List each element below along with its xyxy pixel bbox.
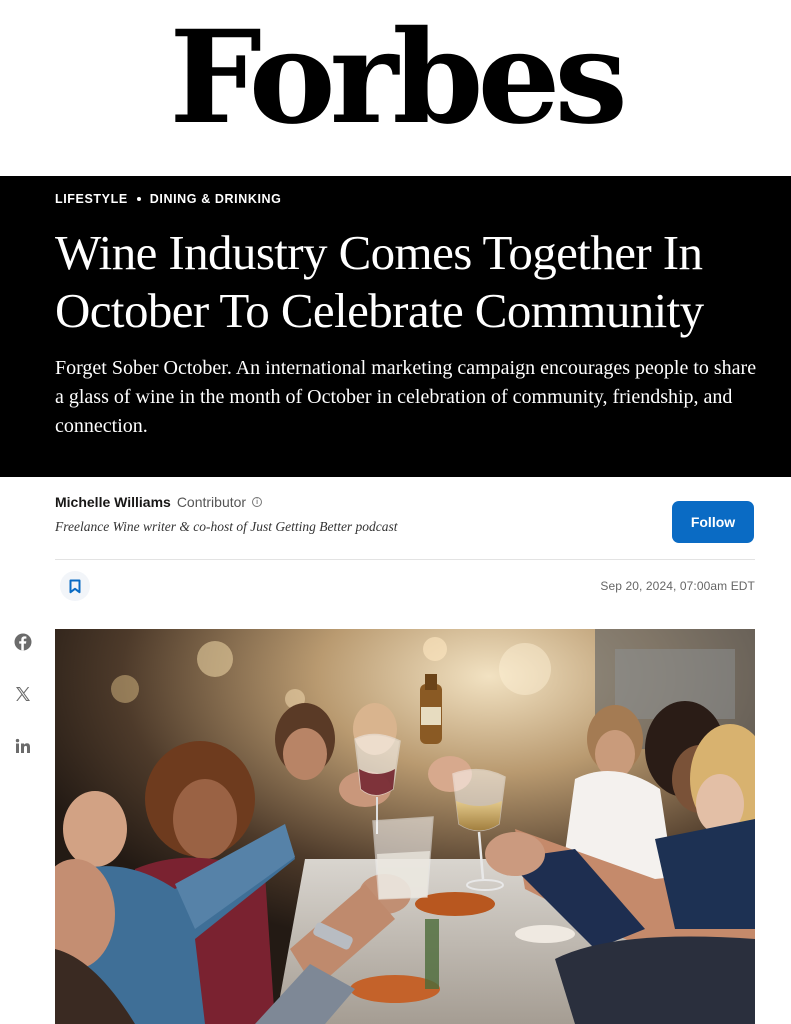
facebook-icon: [14, 633, 32, 651]
author-block: Michelle Williams Contributor i Freelanc…: [55, 494, 755, 535]
article-hero: LIFESTYLE DINING & DRINKING Wine Industr…: [0, 176, 791, 477]
article-dek: Forget Sober October. An international m…: [55, 357, 757, 437]
masthead: Forbes: [0, 0, 791, 176]
breadcrumb-dining-drinking[interactable]: DINING & DRINKING: [150, 192, 282, 206]
divider: [55, 559, 755, 560]
author-role: Contributor: [176, 494, 247, 510]
breadcrumb: LIFESTYLE DINING & DRINKING: [55, 192, 282, 206]
article-headline: Wine Industry Comes Together In October …: [55, 225, 704, 338]
author-name[interactable]: Michelle Williams: [55, 494, 171, 510]
share-linkedin[interactable]: [13, 736, 33, 756]
byline: Michelle Williams Contributor i: [55, 494, 755, 510]
share-x[interactable]: [13, 684, 33, 704]
bookmark-icon: [69, 579, 81, 593]
x-icon: [16, 687, 30, 701]
linkedin-icon: [15, 738, 30, 753]
breadcrumb-separator: [136, 197, 141, 201]
share-facebook[interactable]: [13, 632, 33, 652]
author-bio: Freelance Wine writer & co-host of Just …: [55, 519, 398, 534]
bookmark-button[interactable]: [60, 571, 90, 601]
hero-image: [55, 629, 755, 1024]
follow-button[interactable]: Follow: [672, 501, 754, 543]
forbes-logo[interactable]: Forbes: [0, 8, 791, 148]
toast-photo: [55, 629, 755, 1024]
info-icon[interactable]: i: [252, 497, 263, 507]
publish-timestamp: Sep 20, 2024, 07:00am EDT: [600, 579, 755, 593]
breadcrumb-lifestyle[interactable]: LIFESTYLE: [55, 192, 128, 206]
